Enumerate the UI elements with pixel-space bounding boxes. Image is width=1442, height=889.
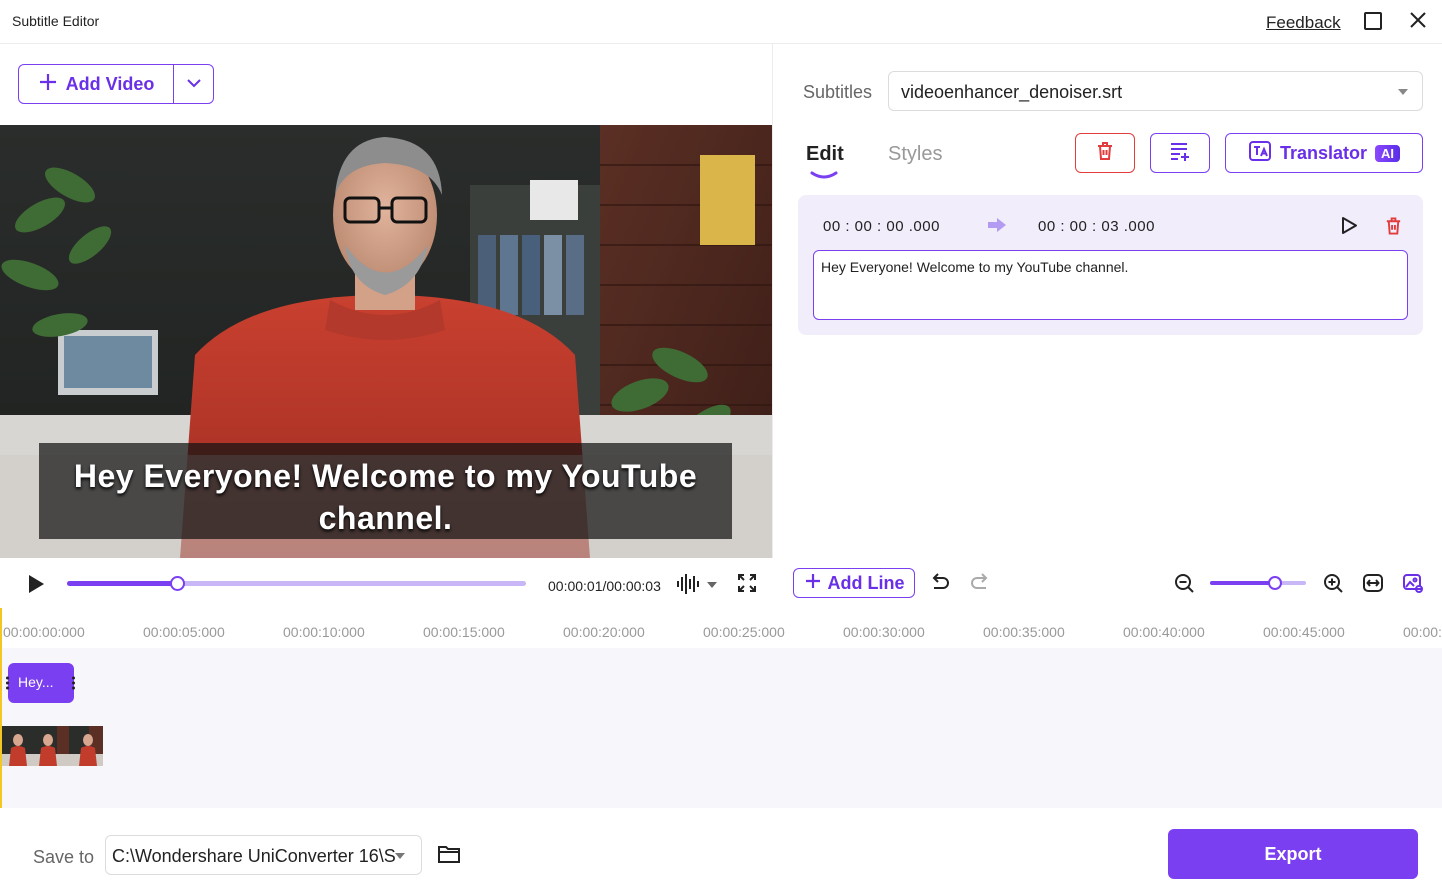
delete-line-icon[interactable] xyxy=(1384,216,1403,236)
merge-lines-icon xyxy=(1169,141,1191,166)
thumbnail-icon[interactable] xyxy=(1402,572,1424,594)
fullscreen-icon[interactable] xyxy=(737,573,757,593)
add-video-label: Add Video xyxy=(65,73,155,94)
subtitle-editor-window: Subtitle Editor Feedback Add Video Hey E… xyxy=(0,0,1442,889)
trash-icon xyxy=(1095,141,1115,166)
delete-all-subtitles-button[interactable] xyxy=(1075,133,1135,173)
undo-icon[interactable] xyxy=(929,572,951,594)
video-clip[interactable] xyxy=(1,726,104,766)
waveform-icon[interactable] xyxy=(676,573,720,595)
timeline-tick-label: 00:00:00:000 xyxy=(3,624,85,640)
translator-button[interactable]: Translator AI xyxy=(1225,133,1423,173)
subtitle-overlay-line-2: channel. xyxy=(318,500,453,536)
timeline-tick-label: 00:00:05:000 xyxy=(143,624,225,640)
add-video-button[interactable]: Add Video xyxy=(19,65,174,103)
timeline-playhead[interactable] xyxy=(0,608,2,808)
video-thumbnail xyxy=(35,726,69,766)
timeline-tick-label: 00:00:25:000 xyxy=(703,624,785,640)
playback-progress-fill xyxy=(67,581,178,586)
ai-badge: AI xyxy=(1375,144,1401,162)
clip-left-handle[interactable] xyxy=(6,673,9,693)
subtitle-file-select[interactable]: videoenhancer_denoiser.srt xyxy=(888,71,1423,111)
play-line-icon[interactable] xyxy=(1340,216,1358,235)
timeline-tick-label: 00:00:10:000 xyxy=(283,624,365,640)
start-time-field[interactable]: 00 : 00 : 00 .000 xyxy=(823,218,940,235)
subtitle-preview-overlay: Hey Everyone! Welcome to my YouTube chan… xyxy=(39,443,732,539)
subtitle-text-input[interactable]: Hey Everyone! Welcome to my YouTube chan… xyxy=(813,250,1408,320)
window-title: Subtitle Editor xyxy=(12,13,100,29)
plus-icon xyxy=(804,572,822,595)
subtitle-clip[interactable]: Hey... xyxy=(8,663,74,703)
add-video-dropdown-button[interactable] xyxy=(174,65,213,103)
save-to-label: Save to xyxy=(33,847,95,867)
zoom-in-icon[interactable] xyxy=(1322,572,1344,594)
play-icon[interactable] xyxy=(26,573,46,595)
zoom-out-icon[interactable] xyxy=(1173,572,1195,594)
timeline-zoom-fill xyxy=(1210,581,1276,585)
timeline-tick-label: 00:00:20:000 xyxy=(563,624,645,640)
dropdown-caret-icon xyxy=(395,853,405,859)
translate-icon xyxy=(1248,140,1272,167)
subtitle-file-value: videoenhancer_denoiser.srt xyxy=(901,82,1123,102)
arrow-right-icon xyxy=(987,217,1007,233)
subtitles-label: Subtitles xyxy=(803,82,873,102)
timeline-tick-label: 00:00:30:000 xyxy=(843,624,925,640)
redo-icon[interactable] xyxy=(969,572,991,594)
timeline-tick-label: 00:00: xyxy=(1403,624,1442,640)
merge-lines-button[interactable] xyxy=(1150,133,1210,173)
clip-right-handle[interactable] xyxy=(72,673,75,693)
export-button[interactable]: Export xyxy=(1168,829,1418,879)
tab-styles[interactable]: Styles xyxy=(888,143,942,166)
dropdown-caret-icon xyxy=(1398,89,1408,95)
video-thumbnail xyxy=(1,726,35,766)
fit-width-icon[interactable] xyxy=(1362,572,1384,594)
time-readout: 00:00:01/00:00:03 xyxy=(548,578,661,594)
feedback-link[interactable]: Feedback xyxy=(1266,13,1341,33)
save-path-value: C:\Wondershare UniConverter 16\S xyxy=(112,846,396,866)
subtitle-overlay-line-1: Hey Everyone! Welcome to my YouTube xyxy=(73,458,698,494)
title-bar xyxy=(0,0,1442,44)
add-line-button[interactable]: Add Line xyxy=(793,568,915,598)
timeline-tick-label: 00:00:35:000 xyxy=(983,624,1065,640)
maximize-icon[interactable] xyxy=(1364,12,1382,30)
add-video-group: Add Video xyxy=(18,64,214,104)
save-path-select[interactable]: C:\Wondershare UniConverter 16\S xyxy=(105,835,422,875)
timeline-tick-label: 00:00:40:000 xyxy=(1123,624,1205,640)
tab-edit[interactable]: Edit xyxy=(806,143,844,166)
chevron-down-icon xyxy=(186,75,202,93)
active-tab-indicator xyxy=(810,166,838,179)
folder-icon[interactable] xyxy=(437,844,461,864)
translator-label: Translator xyxy=(1279,142,1368,163)
add-line-label: Add Line xyxy=(827,572,905,593)
pane-divider xyxy=(772,44,773,558)
end-time-field[interactable]: 00 : 00 : 03 .000 xyxy=(1038,218,1155,235)
plus-icon xyxy=(38,72,58,97)
timeline-tick-label: 00:00:45:000 xyxy=(1263,624,1345,640)
video-thumbnail xyxy=(69,726,103,766)
timeline-tick-label: 00:00:15:000 xyxy=(423,624,505,640)
close-icon[interactable] xyxy=(1406,8,1430,32)
